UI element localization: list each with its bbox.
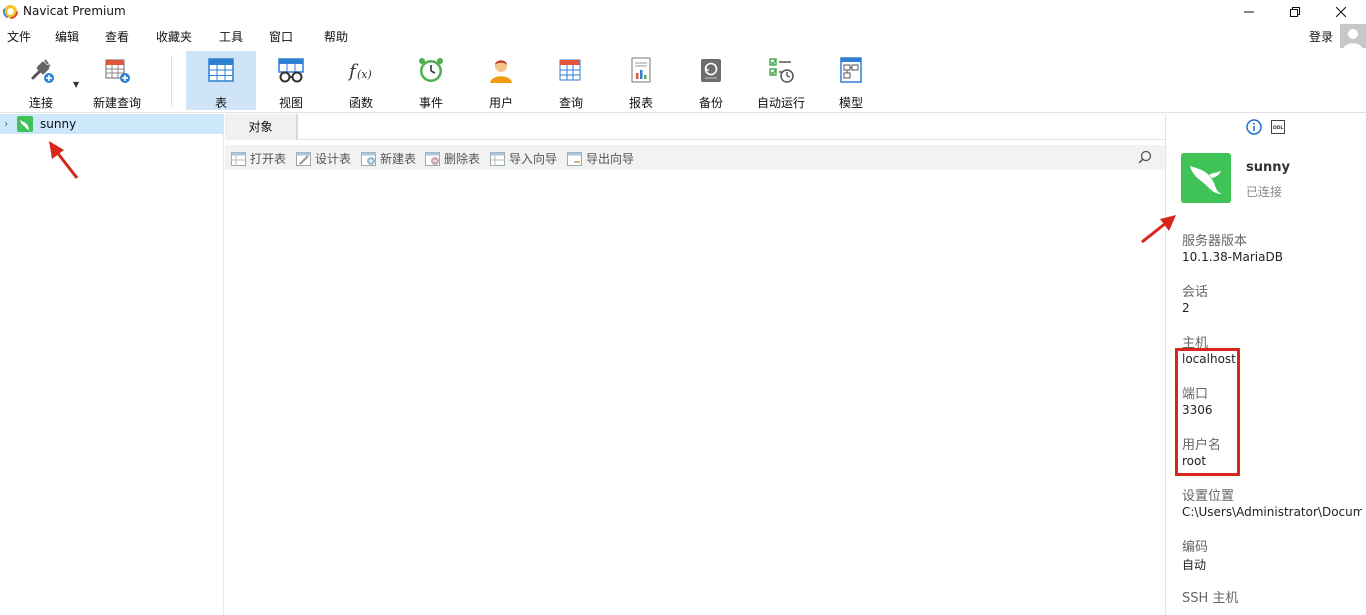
annotation-arrows: [49, 141, 1176, 244]
annotation-arrow-left: [49, 141, 79, 179]
annotation-arrow-right: [1141, 215, 1176, 244]
